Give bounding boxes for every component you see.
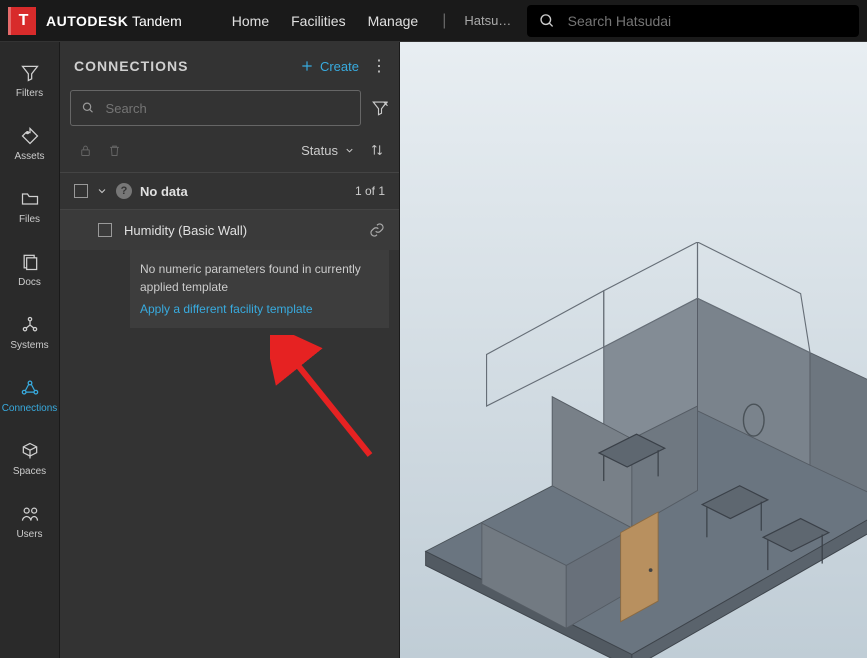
link-icon[interactable] — [369, 222, 385, 238]
users-icon — [19, 503, 41, 525]
chevron-down-icon[interactable] — [96, 185, 108, 197]
funnel-icon — [19, 62, 41, 84]
status-label: Status — [301, 143, 338, 158]
panel-title: CONNECTIONS — [74, 58, 188, 74]
item-checkbox[interactable] — [98, 223, 112, 237]
rail-connections-label: Connections — [2, 403, 58, 414]
apply-template-link[interactable]: Apply a different facility template — [140, 300, 379, 318]
rail-systems-label: Systems — [10, 340, 48, 351]
panel-search-row — [60, 90, 399, 136]
breadcrumb-facility[interactable]: Hatsu… — [464, 13, 511, 28]
connection-item-humidity[interactable]: Humidity (Basic Wall) — [60, 210, 399, 250]
connections-icon — [19, 377, 41, 399]
rail-assets-label: Assets — [14, 151, 44, 162]
rail-spaces-label: Spaces — [13, 466, 46, 477]
global-search-input[interactable] — [568, 13, 847, 29]
toolbar-right: Status — [301, 142, 385, 158]
chevron-down-icon — [344, 145, 355, 156]
rail-filters[interactable]: Filters — [0, 56, 59, 105]
rail-docs-label: Docs — [18, 277, 41, 288]
top-nav: Home Facilities Manage — [232, 13, 418, 29]
rail-assets[interactable]: Assets — [0, 119, 59, 168]
folder-icon — [19, 188, 41, 210]
3d-viewport[interactable] — [400, 42, 867, 658]
spaces-icon — [19, 440, 41, 462]
panel-search[interactable] — [70, 90, 361, 126]
panel-toolbar: Status — [60, 136, 399, 172]
nav-manage[interactable]: Manage — [368, 13, 419, 29]
building-model — [410, 242, 867, 658]
rail-systems[interactable]: Systems — [0, 308, 59, 357]
trash-icon[interactable] — [107, 143, 122, 158]
left-rail: Filters Assets Files Docs Systems Connec… — [0, 42, 60, 658]
app-logo[interactable]: T — [8, 7, 36, 35]
item-label: Humidity (Basic Wall) — [124, 223, 247, 238]
message-text: No numeric parameters found in currently… — [140, 262, 361, 294]
top-header: T AUTODESK Tandem Home Facilities Manage… — [0, 0, 867, 42]
nav-facilities[interactable]: Facilities — [291, 13, 345, 29]
search-icon — [539, 12, 555, 30]
group-row-no-data[interactable]: ? No data 1 of 1 — [60, 172, 399, 210]
tag-icon — [19, 125, 41, 147]
plus-icon — [300, 59, 314, 73]
brand-text: AUTODESK Tandem — [46, 13, 182, 29]
help-icon[interactable]: ? — [116, 183, 132, 199]
panel-actions: Create ⋮ — [300, 56, 387, 76]
systems-icon — [19, 314, 41, 336]
panel-header: CONNECTIONS Create ⋮ — [60, 42, 399, 90]
lock-icon[interactable] — [78, 143, 93, 158]
rail-users[interactable]: Users — [0, 497, 59, 546]
rail-users-label: Users — [16, 529, 42, 540]
create-button[interactable]: Create — [300, 59, 359, 74]
rail-connections[interactable]: Connections — [0, 371, 59, 420]
group-checkbox[interactable] — [74, 184, 88, 198]
breadcrumb-separator: | — [442, 12, 446, 30]
rail-spaces[interactable]: Spaces — [0, 434, 59, 483]
docs-icon — [19, 251, 41, 273]
brand-strong: AUTODESK — [46, 13, 128, 29]
nav-home[interactable]: Home — [232, 13, 269, 29]
toolbar-left — [78, 143, 122, 158]
global-search[interactable] — [527, 5, 859, 37]
search-icon — [81, 100, 96, 116]
panel-search-input[interactable] — [106, 101, 350, 116]
template-warning-message: No numeric parameters found in currently… — [130, 250, 389, 328]
rail-files-label: Files — [19, 214, 40, 225]
status-dropdown[interactable]: Status — [301, 143, 355, 158]
rail-filters-label: Filters — [16, 88, 43, 99]
connections-panel: CONNECTIONS Create ⋮ — [60, 42, 400, 658]
rail-files[interactable]: Files — [0, 182, 59, 231]
create-label: Create — [320, 59, 359, 74]
panel-menu-button[interactable]: ⋮ — [371, 56, 387, 76]
brand-light: Tandem — [132, 13, 182, 29]
group-label: No data — [140, 184, 188, 199]
filter-clear-icon[interactable] — [371, 99, 389, 117]
rail-docs[interactable]: Docs — [0, 245, 59, 294]
sort-icon[interactable] — [369, 142, 385, 158]
group-count: 1 of 1 — [355, 184, 385, 198]
